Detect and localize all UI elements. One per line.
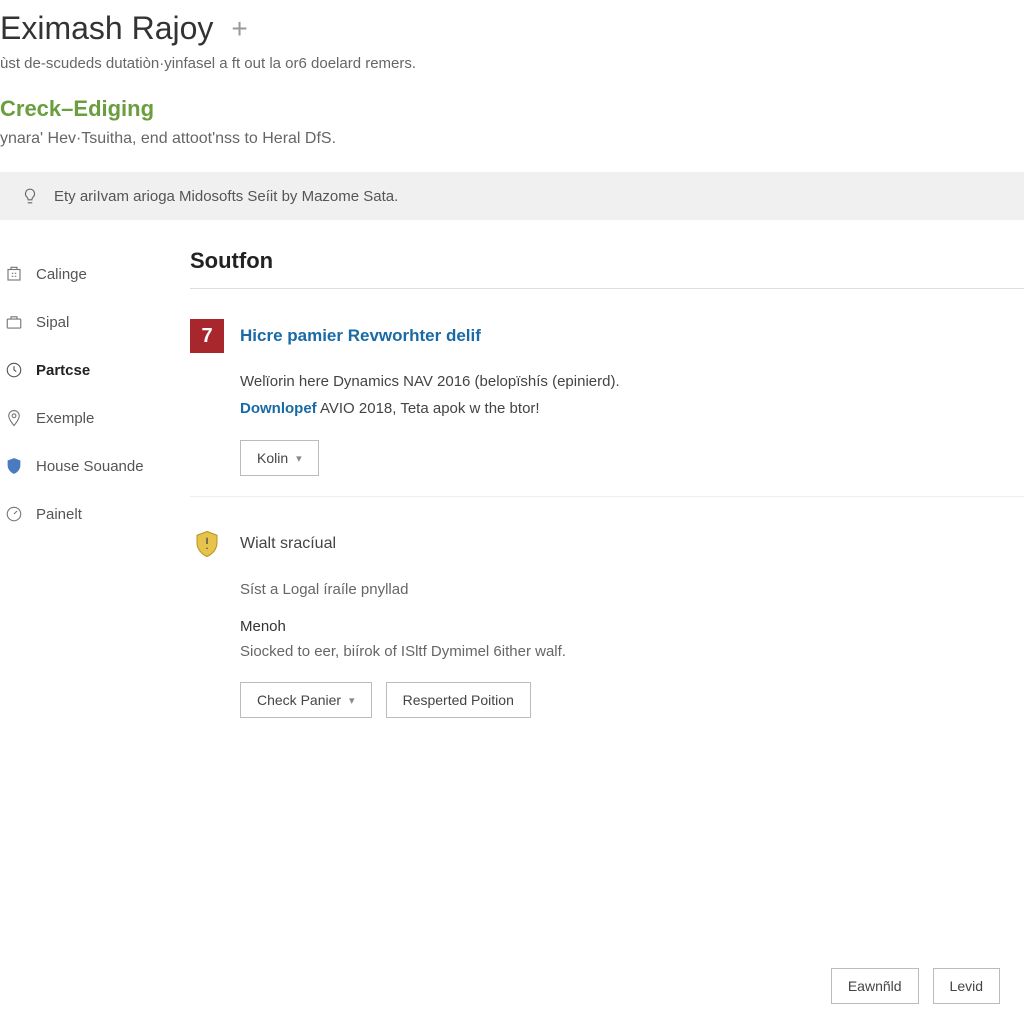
briefcase-icon	[4, 312, 24, 332]
resperted-button[interactable]: Resperted Poition	[386, 682, 531, 718]
main-content: Soutfon 7 Hicre pamier Revworhter delif …	[190, 240, 1024, 738]
chevron-down-icon: ▾	[349, 694, 355, 707]
section-description: ynara' Hev·Tsuitha, end attoot'nss to He…	[0, 130, 1024, 148]
button-label: Resperted Poition	[403, 692, 514, 708]
shield-badge-icon	[190, 527, 224, 561]
content-heading: Soutfon	[190, 248, 1024, 289]
sidebar: Calinge Sipal Partcse Exemple House Soua…	[0, 240, 190, 738]
chevron-down-icon: ▾	[296, 452, 302, 465]
sidebar-item-sipal[interactable]: Sipal	[0, 298, 190, 346]
sidebar-item-label: Calinge	[36, 266, 87, 283]
item-description: Welïorin here Dynamics NAV 2016 (belopïs…	[240, 373, 1024, 390]
clock-icon	[4, 360, 24, 380]
info-bar-text: Ety ariIvam arioga Midosofts Seíit by Ma…	[54, 188, 398, 205]
sidebar-item-calinge[interactable]: Calinge	[0, 250, 190, 298]
link-suffix: AVIO 2018, Teta apok w the btor!	[317, 400, 540, 417]
sidebar-item-partcse[interactable]: Partcse	[0, 346, 190, 394]
button-label: Kolin	[257, 450, 288, 466]
item-meta-label: Menoh	[240, 618, 1024, 635]
solution-item: 7 Hicre pamier Revworhter delif Welïorin…	[190, 289, 1024, 497]
page-subtitle: ùst de-scudeds dutatiòn·yinfasel a ft ou…	[0, 55, 1024, 72]
shield-icon	[4, 456, 24, 476]
page-title: Eximash Rajoy	[0, 10, 213, 47]
add-button[interactable]: +	[223, 13, 255, 45]
item-link-line: Downlopef AVIO 2018, Teta apok w the bto…	[240, 400, 1024, 418]
button-label: Eawnñld	[848, 978, 902, 994]
gauge-icon	[4, 504, 24, 524]
pin-icon	[4, 408, 24, 428]
item-subtitle: Síst a Logal íraíle pnyllad	[240, 581, 1024, 598]
section-link[interactable]: Creck–Ediging	[0, 96, 1024, 122]
eawnild-button[interactable]: Eawnñld	[831, 968, 919, 1004]
sidebar-item-label: Partcse	[36, 362, 90, 379]
sidebar-item-label: Painelt	[36, 506, 82, 523]
sidebar-item-exemple[interactable]: Exemple	[0, 394, 190, 442]
download-link[interactable]: Downlopef	[240, 400, 317, 417]
check-panier-dropdown[interactable]: Check Panier ▾	[240, 682, 372, 718]
sidebar-item-label: Exemple	[36, 410, 94, 427]
levid-button[interactable]: Levid	[933, 968, 1000, 1004]
kolin-dropdown[interactable]: Kolin ▾	[240, 440, 319, 476]
lightbulb-icon	[20, 186, 40, 206]
number-badge: 7	[190, 319, 224, 353]
item-meta-description: Siocked to eer, biírok of ISltf Dymimel …	[240, 643, 1024, 660]
button-label: Levid	[950, 978, 983, 994]
button-label: Check Panier	[257, 692, 341, 708]
info-bar: Ety ariIvam arioga Midosofts Seíit by Ma…	[0, 172, 1024, 220]
sidebar-item-label: Sipal	[36, 314, 69, 331]
footer-buttons: Eawnñld Levid	[831, 968, 1000, 1004]
sidebar-item-painelt[interactable]: Painelt	[0, 490, 190, 538]
item-title-link[interactable]: Hicre pamier Revworhter delif	[240, 326, 481, 346]
sidebar-item-label: House Souande	[36, 458, 144, 475]
solution-item: Wialt sracíual Síst a Logal íraíle pnyll…	[190, 497, 1024, 738]
sidebar-item-house[interactable]: House Souande	[0, 442, 190, 490]
building-icon	[4, 264, 24, 284]
item-title: Wialt sracíual	[240, 535, 336, 553]
